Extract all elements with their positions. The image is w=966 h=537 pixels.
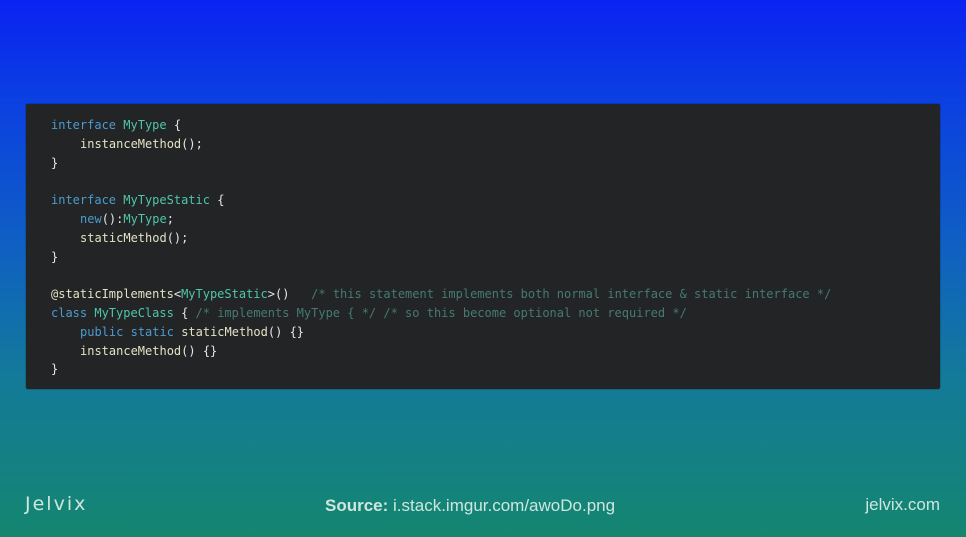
site-url: jelvix.com — [865, 495, 940, 514]
code-token: new — [80, 211, 102, 226]
code-token: /* implements MyType { */ /* so this bec… — [195, 305, 687, 320]
code-token: /* this statement implements both normal… — [311, 287, 832, 302]
code-token: } — [51, 249, 59, 264]
code-token: MyTypeStatic — [181, 287, 268, 302]
code-token: MyTypeClass — [94, 305, 174, 320]
code-token: (); — [166, 230, 189, 245]
code-line: staticMethod(); — [51, 229, 831, 248]
code-token: (); — [181, 136, 203, 151]
code-token: MyType — [123, 211, 167, 226]
code-token: class — [51, 305, 88, 320]
code-token: (): — [101, 211, 124, 226]
source-credit: Source: i.stack.imgur.com/awoDo.png — [325, 496, 615, 516]
code-token: staticMethod — [181, 324, 268, 339]
code-line: } — [51, 248, 831, 267]
code-token: @staticImplements — [51, 287, 174, 302]
code-line: instanceMethod(); — [51, 135, 831, 154]
code-line: } — [51, 154, 831, 173]
code-token: () {} — [267, 324, 305, 339]
code-token: { — [209, 193, 225, 208]
code-line: class MyTypeClass { /* implements MyType… — [51, 304, 831, 323]
code-token: MyType — [123, 118, 167, 132]
code-token: < — [173, 287, 182, 302]
code-token: } — [51, 362, 59, 377]
code-token: { — [173, 305, 196, 320]
code-line: interface MyTypeStatic { — [51, 191, 831, 210]
code-token: MyTypeStatic — [123, 193, 210, 208]
code-token: ; — [166, 211, 174, 226]
source-label: Source: — [325, 496, 389, 515]
source-url: i.stack.imgur.com/awoDo.png — [388, 496, 616, 515]
code-token: >() — [267, 287, 290, 302]
code-token: interface — [51, 118, 117, 132]
code-token: staticMethod — [80, 230, 167, 245]
code-token: static — [130, 324, 174, 339]
code-line: } — [51, 360, 831, 379]
jelvix-logo: Jelvix — [25, 493, 88, 515]
code-line: instanceMethod() {} — [51, 342, 831, 361]
code-token: instanceMethod — [80, 343, 182, 358]
code-line: @staticImplements<MyTypeStatic>() /* thi… — [51, 285, 831, 304]
code-token: { — [166, 118, 182, 132]
footer-bar: Jelvix Source: i.stack.imgur.com/awoDo.p… — [0, 493, 966, 523]
code-token: () {} — [181, 343, 218, 358]
code-token: } — [51, 155, 59, 170]
code-token: instanceMethod — [80, 136, 182, 151]
code-token: public — [80, 324, 124, 339]
code-snippet-panel: interface MyType {instanceMethod();} inte… — [26, 104, 940, 389]
code-token: interface — [51, 193, 117, 208]
code-line: interface MyType { — [51, 116, 831, 135]
code-block: interface MyType {instanceMethod();} inte… — [51, 116, 831, 379]
code-line: public static staticMethod() {} — [51, 323, 831, 342]
code-line: new():MyType; — [51, 210, 831, 229]
